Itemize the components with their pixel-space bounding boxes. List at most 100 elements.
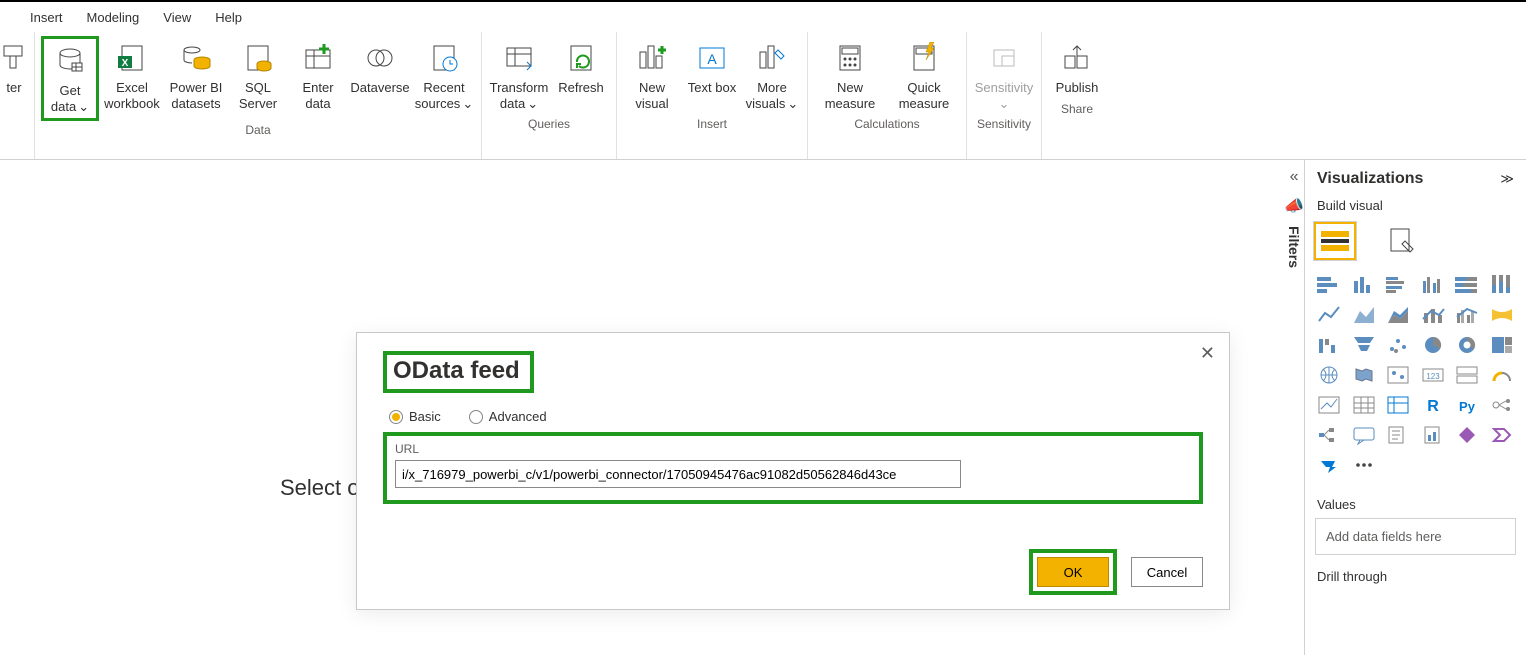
- group-label-share: Share: [1061, 100, 1093, 120]
- expand-right-icon[interactable]: ≫: [1500, 171, 1514, 187]
- menu-view[interactable]: View: [163, 10, 191, 25]
- close-icon[interactable]: ✕: [1200, 343, 1215, 364]
- dataverse-button[interactable]: Dataverse: [349, 36, 411, 100]
- text-box-label: Text box: [688, 80, 736, 96]
- report-canvas[interactable]: Select or ✕ OData feed Basic Advanced UR…: [0, 160, 1304, 655]
- publish-button[interactable]: Publish: [1048, 36, 1106, 100]
- hundred-stacked-column-icon[interactable]: [1488, 273, 1516, 297]
- line-clustered-column-icon[interactable]: [1453, 303, 1481, 327]
- decomposition-tree-icon[interactable]: [1315, 423, 1343, 447]
- radio-dot-icon: [469, 410, 483, 424]
- enter-data-label: Enter data: [289, 80, 347, 111]
- visualization-types-grid: 123 R Py: [1305, 267, 1526, 483]
- svg-text:A: A: [707, 51, 717, 67]
- ribbon-group-queries: Transform data⌄ Refresh Queries: [482, 32, 617, 159]
- filled-map-icon[interactable]: [1350, 363, 1378, 387]
- menu-insert[interactable]: Insert: [30, 10, 63, 25]
- menubar: Insert Modeling View Help: [0, 0, 1526, 32]
- transform-data-button[interactable]: Transform data⌄: [488, 36, 550, 115]
- refresh-button[interactable]: Refresh: [552, 36, 610, 100]
- filters-pane-collapsed[interactable]: « 📣 Filters: [1284, 168, 1304, 268]
- radio-advanced[interactable]: Advanced: [469, 409, 547, 424]
- clustered-bar-chart-icon[interactable]: [1384, 273, 1412, 297]
- radio-basic-label: Basic: [409, 409, 441, 424]
- url-input[interactable]: [395, 460, 961, 488]
- matrix-icon[interactable]: [1384, 393, 1412, 417]
- r-visual-icon[interactable]: R: [1419, 393, 1447, 417]
- cancel-button[interactable]: Cancel: [1131, 557, 1203, 587]
- new-measure-icon: [832, 40, 868, 76]
- treemap-icon[interactable]: [1488, 333, 1516, 357]
- publish-icon: [1059, 40, 1095, 76]
- power-automate-icon[interactable]: [1488, 423, 1516, 447]
- paginated-report-icon[interactable]: [1419, 423, 1447, 447]
- sql-server-button[interactable]: SQL Server: [229, 36, 287, 115]
- clustered-column-chart-icon[interactable]: [1419, 273, 1447, 297]
- quick-measure-icon: [906, 40, 942, 76]
- stacked-bar-chart-icon[interactable]: [1315, 273, 1343, 297]
- url-label: URL: [395, 442, 1191, 456]
- workspace: Select or ✕ OData feed Basic Advanced UR…: [0, 160, 1526, 655]
- group-label-sensitivity: Sensitivity: [977, 115, 1031, 135]
- line-chart-icon[interactable]: [1315, 303, 1343, 327]
- more-visuals-ellipsis-icon[interactable]: [1350, 453, 1378, 477]
- chevron-down-icon: ⌄: [527, 96, 538, 111]
- multi-row-card-icon[interactable]: [1453, 363, 1481, 387]
- kpi-icon[interactable]: [1315, 393, 1343, 417]
- ribbon-group-calculations: New measure Quick measure Calculations: [808, 32, 967, 159]
- azure-map-icon[interactable]: [1384, 363, 1412, 387]
- format-painter-icon: [0, 40, 32, 76]
- recent-label: Recent sources: [415, 80, 465, 111]
- recent-sources-button[interactable]: Recent sources⌄: [413, 36, 475, 115]
- stacked-column-chart-icon[interactable]: [1350, 273, 1378, 297]
- excel-workbook-button[interactable]: X Excel workbook: [101, 36, 163, 115]
- funnel-chart-icon[interactable]: [1350, 333, 1378, 357]
- scatter-chart-icon[interactable]: [1384, 333, 1412, 357]
- ok-button[interactable]: OK: [1037, 557, 1109, 587]
- python-visual-icon[interactable]: Py: [1453, 393, 1481, 417]
- smart-narrative-icon[interactable]: [1384, 423, 1412, 447]
- new-measure-label: New measure: [814, 80, 886, 111]
- radio-advanced-label: Advanced: [489, 409, 547, 424]
- power-apps-icon[interactable]: [1453, 423, 1481, 447]
- line-stacked-column-icon[interactable]: [1419, 303, 1447, 327]
- waterfall-chart-icon[interactable]: [1315, 333, 1343, 357]
- stacked-area-chart-icon[interactable]: [1384, 303, 1412, 327]
- format-painter-partial[interactable]: ter: [0, 36, 28, 100]
- ribbon-group-insert: New visual A Text box More visuals⌄ Inse…: [617, 32, 808, 159]
- pie-chart-icon[interactable]: [1419, 333, 1447, 357]
- get-data-button[interactable]: Get data⌄: [41, 36, 99, 121]
- radio-basic[interactable]: Basic: [389, 409, 441, 424]
- sensitivity-label: Sensitivity: [975, 80, 1034, 95]
- new-visual-button[interactable]: New visual: [623, 36, 681, 115]
- values-field-well[interactable]: Add data fields here: [1315, 518, 1516, 555]
- menu-help[interactable]: Help: [215, 10, 242, 25]
- build-visual-tab[interactable]: [1313, 221, 1357, 261]
- table-icon[interactable]: [1350, 393, 1378, 417]
- key-influencers-icon[interactable]: [1488, 393, 1516, 417]
- hundred-stacked-bar-icon[interactable]: [1453, 273, 1481, 297]
- map-icon[interactable]: [1315, 363, 1343, 387]
- filters-label: Filters: [1286, 226, 1302, 268]
- menu-modeling[interactable]: Modeling: [87, 10, 140, 25]
- new-measure-button[interactable]: New measure: [814, 36, 886, 115]
- area-chart-icon[interactable]: [1350, 303, 1378, 327]
- qa-visual-icon[interactable]: [1350, 423, 1378, 447]
- quick-measure-button[interactable]: Quick measure: [888, 36, 960, 115]
- slicer-icon[interactable]: [1315, 453, 1343, 477]
- powerbi-datasets-button[interactable]: Power BI datasets: [165, 36, 227, 115]
- more-visuals-button[interactable]: More visuals⌄: [743, 36, 801, 115]
- svg-text:X: X: [122, 58, 129, 69]
- recent-sources-icon: [426, 40, 462, 76]
- enter-data-button[interactable]: Enter data: [289, 36, 347, 115]
- publish-label: Publish: [1056, 80, 1099, 96]
- donut-chart-icon[interactable]: [1453, 333, 1481, 357]
- ribbon-chart-icon[interactable]: [1488, 303, 1516, 327]
- card-icon[interactable]: 123: [1419, 363, 1447, 387]
- text-box-button[interactable]: A Text box: [683, 36, 741, 100]
- database-icon: [52, 43, 88, 79]
- gauge-icon[interactable]: [1488, 363, 1516, 387]
- format-visual-tab[interactable]: [1381, 221, 1425, 261]
- group-label-calculations: Calculations: [854, 115, 919, 135]
- group-label-queries: Queries: [528, 115, 570, 135]
